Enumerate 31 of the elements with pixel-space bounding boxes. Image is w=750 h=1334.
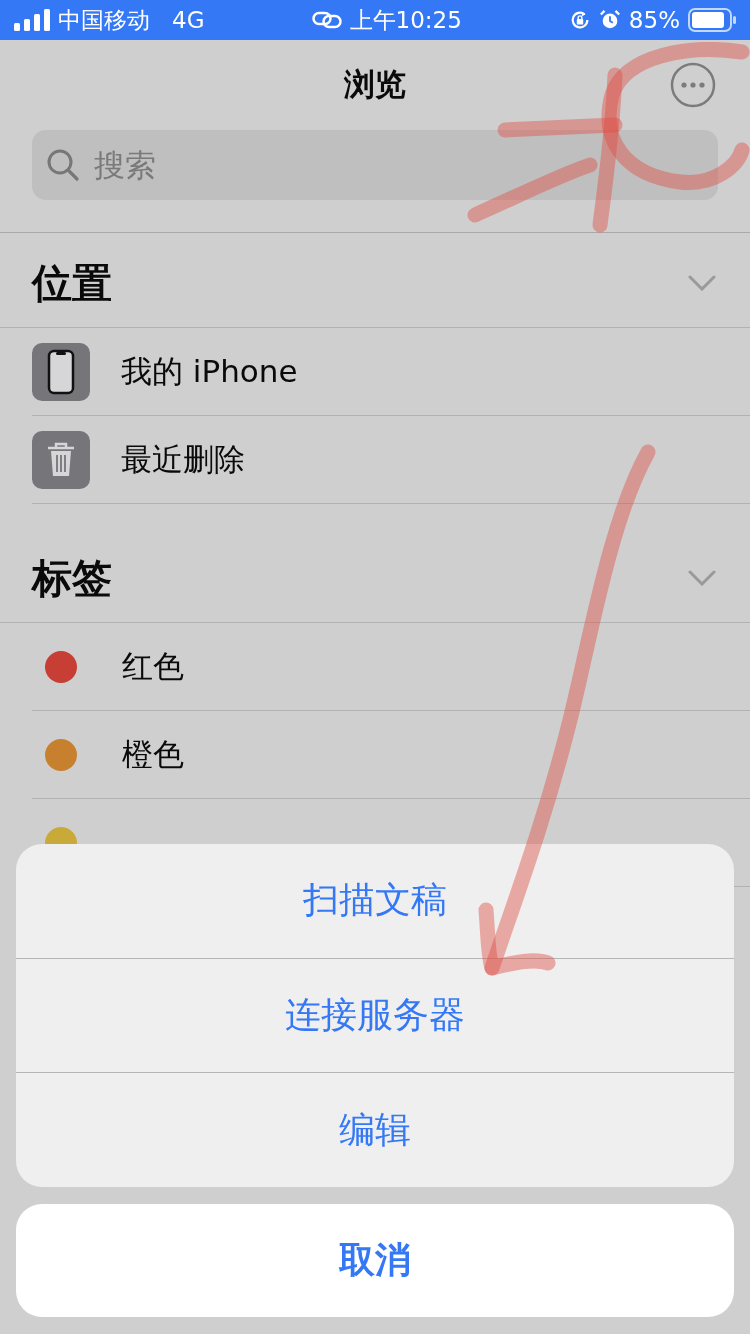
battery-percent: 85% bbox=[628, 7, 680, 33]
page-title: 浏览 bbox=[344, 65, 406, 104]
action-button[interactable]: 编辑 bbox=[16, 1073, 734, 1187]
list-item[interactable]: 红色 bbox=[32, 623, 750, 711]
link-icon bbox=[311, 11, 342, 29]
action-button[interactable]: 连接服务器 bbox=[16, 958, 734, 1074]
signal-icon bbox=[14, 9, 50, 31]
alarm-icon bbox=[598, 9, 621, 31]
section-title: 标签 bbox=[32, 553, 112, 603]
item-label: 橙色 bbox=[122, 734, 184, 774]
more-button[interactable] bbox=[670, 62, 716, 108]
phone-icon bbox=[32, 342, 90, 401]
chevron-icon[interactable] bbox=[688, 570, 716, 586]
cancel-button[interactable]: 取消 bbox=[16, 1204, 734, 1317]
item-label: 最近删除 bbox=[121, 439, 245, 479]
list-item[interactable]: 最近删除 bbox=[32, 416, 750, 504]
action-button[interactable]: 扫描文稿 bbox=[16, 844, 734, 959]
more-icon bbox=[670, 62, 716, 108]
status-time: 上午10:25 bbox=[349, 5, 462, 35]
section-title: 位置 bbox=[32, 258, 112, 308]
item-label: 我的 iPhone bbox=[121, 351, 298, 391]
list-item[interactable]: 橙色 bbox=[32, 711, 750, 799]
search-field[interactable]: 搜索 bbox=[32, 130, 718, 200]
carrier-name: 中国移动 bbox=[58, 5, 150, 35]
item-label: 红色 bbox=[122, 646, 184, 686]
battery-icon bbox=[688, 8, 736, 32]
network-type: 4G bbox=[172, 7, 205, 33]
chevron-icon[interactable] bbox=[688, 275, 716, 291]
trash-icon bbox=[32, 430, 90, 489]
list-item[interactable]: 我的 iPhone bbox=[32, 328, 750, 416]
search-icon bbox=[46, 148, 80, 182]
